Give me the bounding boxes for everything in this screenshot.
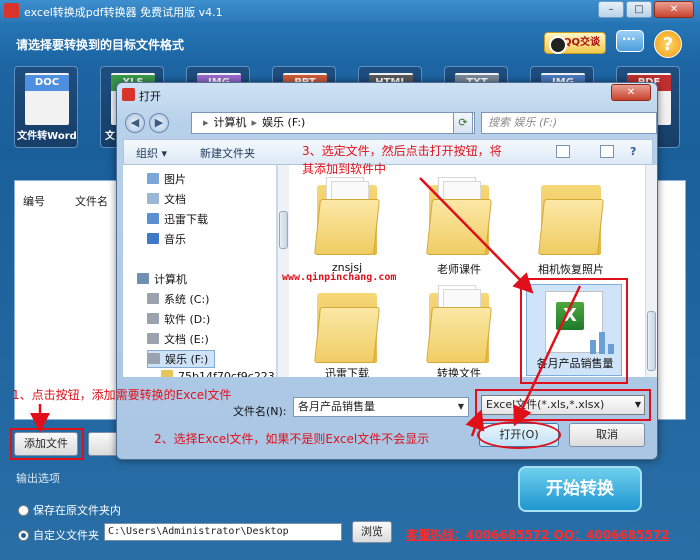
content-scrollbar[interactable] [645, 165, 657, 377]
view-options-icon[interactable] [556, 145, 570, 158]
help-icon[interactable]: ? [630, 145, 636, 158]
output-path-input[interactable]: C:\Users\Administrator\Desktop [104, 523, 342, 541]
format-label: 文件转Word [17, 131, 77, 142]
breadcrumb-drive[interactable]: 娱乐 (F:) [262, 116, 305, 129]
filename-label: 文件名(N): [233, 405, 287, 418]
annotation-step3-line1: 3、选定文件，然后点击打开按钮，将 [302, 144, 502, 158]
app-titlebar: excel转换成pdf转换器 免费试用版 v4.1 – □ ✕ [0, 0, 700, 22]
app-title: excel转换成pdf转换器 免费试用版 v4.1 [24, 6, 223, 19]
doc-file-icon: DOC [25, 73, 69, 125]
annotation-step2: 2、选择Excel文件，如果不是则Excel文件不会显示 [154, 432, 430, 446]
dialog-close-button[interactable]: ✕ [611, 84, 651, 101]
nav-item-folder[interactable]: 75b14f70cf9c22355 [161, 370, 276, 377]
nav-item-drive-e[interactable]: 文档 (E:) [147, 331, 209, 347]
app-logo-icon [4, 3, 19, 18]
annotation-step1: 1、点击按钮，添加需要转换的Excel文件 [12, 388, 232, 402]
thunder-download-icon [147, 213, 159, 224]
folder-icon[interactable] [314, 283, 380, 363]
minimize-button[interactable]: – [598, 1, 624, 18]
qq-chat-button[interactable]: QQ交谈 [544, 32, 606, 54]
nav-item-drive-f[interactable]: 娱乐 (F:) [147, 350, 216, 368]
column-number[interactable]: 编号 [23, 193, 45, 209]
folder-label[interactable]: 老师课件 [409, 261, 509, 277]
annotation-step3-line2: 其添加到软件中 [302, 162, 387, 176]
nav-item-drive-d[interactable]: 软件 (D:) [147, 311, 210, 327]
format-heading: 请选择要转换到的目标文件格式 [16, 38, 185, 52]
search-input[interactable]: 搜索 娱乐 (F:) [481, 112, 657, 134]
nav-scrollbar[interactable] [277, 165, 289, 377]
hotline-link[interactable]: 客服热线：4006685572 QQ：4006685572 [406, 526, 670, 543]
nav-item-music[interactable]: 音乐 [147, 231, 186, 247]
back-arrow-icon[interactable]: ◀ [125, 113, 145, 133]
open-file-dialog: 打开 ✕ ◀ ▶ ▸ 计算机 ▸ 娱乐 (F:) ⟳ 搜索 娱乐 (F:) 组织 ▾ … [116, 82, 658, 460]
folder-icon[interactable] [426, 175, 492, 255]
folder-icon[interactable] [538, 175, 604, 255]
format-word[interactable]: DOC 文件转Word [14, 66, 78, 148]
documents-icon [147, 193, 159, 204]
navigation-pane[interactable]: 图片 文档 迅雷下载 音乐 计算机 系统 (C:) 软件 (D:) 文档 (E:… [123, 165, 277, 377]
browse-button[interactable]: 浏览 [352, 521, 392, 543]
refresh-icon[interactable]: ⟳ [453, 112, 473, 134]
radio-selected-icon[interactable] [18, 530, 29, 541]
window-controls: – □ ✕ [598, 1, 694, 18]
nav-item-computer[interactable]: 计算机 [137, 271, 187, 287]
folder-icon[interactable] [314, 175, 380, 255]
folder-icon [161, 370, 173, 377]
option-original-folder[interactable]: 保存在原文件夹内 [18, 502, 121, 518]
chat-bubble-icon[interactable] [616, 30, 644, 52]
watermark-text: www.qinpinchang.com [282, 272, 397, 283]
nav-item-pictures[interactable]: 图片 [147, 171, 186, 187]
new-folder-button[interactable]: 新建文件夹 [200, 145, 255, 161]
drive-icon [148, 353, 160, 364]
dialog-title: 打开 [139, 90, 161, 103]
nav-item-drive-c[interactable]: 系统 (C:) [147, 291, 209, 307]
cancel-button[interactable]: 取消 [569, 423, 645, 447]
highlight-oval [477, 421, 561, 449]
preview-pane-icon[interactable] [600, 145, 614, 158]
folder-label[interactable]: 转换文件 [409, 365, 509, 377]
breadcrumb-chevron-icon: ▸ [251, 116, 258, 129]
pictures-icon [147, 173, 159, 184]
drive-icon [147, 333, 159, 344]
breadcrumb-computer[interactable]: 计算机 [214, 116, 247, 129]
radio-icon[interactable] [18, 505, 29, 516]
organize-menu[interactable]: 组织 ▾ [136, 145, 167, 161]
dialog-icon [122, 88, 135, 101]
folder-label[interactable]: 迅雷下载 [297, 365, 397, 377]
option-custom-folder[interactable]: 自定义文件夹 [18, 527, 99, 543]
column-filename[interactable]: 文件名 [75, 193, 108, 209]
file-type-select[interactable]: Excel文件(*.xls,*.xlsx) ▼ [481, 395, 645, 415]
maximize-button[interactable]: □ [626, 1, 652, 18]
drive-icon [147, 313, 159, 324]
music-icon [147, 233, 159, 244]
folder-label[interactable]: 相机恢复照片 [521, 261, 621, 277]
chevron-down-icon[interactable]: ▼ [453, 398, 469, 416]
filename-input[interactable]: 各月产品销售量 [293, 397, 469, 417]
forward-arrow-icon[interactable]: ▶ [149, 113, 169, 133]
scrollbar-thumb[interactable] [647, 311, 656, 371]
highlight-box [520, 278, 628, 384]
add-file-button[interactable]: 添加文件 [14, 432, 78, 456]
start-convert-button[interactable]: 开始转换 [518, 466, 642, 512]
breadcrumb-chevron-icon: ▸ [203, 116, 209, 129]
output-options-label: 输出选项 [16, 472, 60, 485]
drive-icon [147, 293, 159, 304]
nav-item-documents[interactable]: 文档 [147, 191, 186, 207]
address-bar[interactable]: ▸ 计算机 ▸ 娱乐 (F:) [191, 112, 475, 134]
nav-item-thunder[interactable]: 迅雷下载 [147, 211, 208, 227]
chevron-down-icon: ▼ [634, 400, 641, 409]
scrollbar-thumb[interactable] [279, 211, 288, 249]
computer-icon [137, 273, 149, 284]
close-button[interactable]: ✕ [654, 1, 694, 18]
help-icon[interactable]: ? [654, 30, 682, 58]
folder-icon[interactable] [426, 283, 492, 363]
